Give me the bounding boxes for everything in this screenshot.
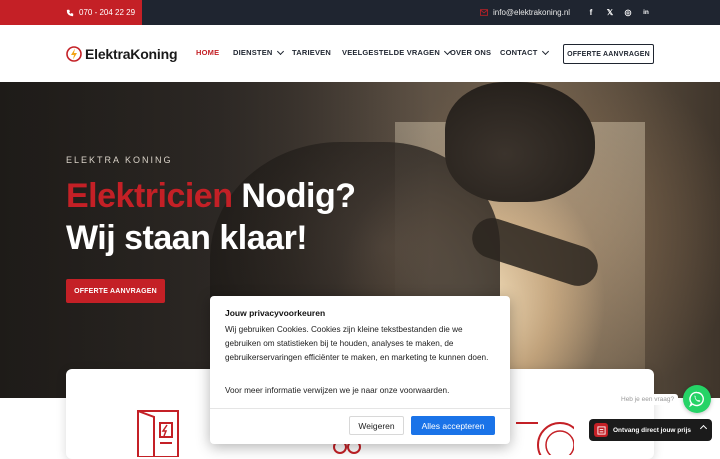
hero-title-line2: Wij staan klaar! (66, 219, 308, 257)
whatsapp-button[interactable] (683, 385, 711, 413)
cookie-consent-dialog: Jouw privacyvoorkeuren Wij gebruiken Coo… (210, 296, 510, 444)
email-address[interactable]: info@elektrakoning.nl (493, 8, 570, 17)
whatsapp-icon (689, 391, 704, 407)
instagram-icon[interactable]: ◎ (621, 0, 635, 25)
topbar-email[interactable]: info@elektrakoning.nl (480, 0, 570, 25)
nav-tarieven[interactable]: TARIEVEN (292, 48, 331, 57)
phone-number[interactable]: 070 - 204 22 29 (79, 8, 135, 17)
logo-text: ElektraKoning (85, 46, 178, 62)
chevron-down-icon (276, 47, 284, 55)
price-widget-label: Ontvang direct jouw prijs (613, 426, 692, 434)
nav-veelgestelde-vragen[interactable]: VEELGESTELDE VRAGEN (342, 47, 452, 57)
chevron-up-icon[interactable] (699, 424, 708, 433)
cookie-more-info[interactable]: Voor meer informatie verwijzen we je naa… (225, 386, 449, 395)
hero-quote-button[interactable]: OFFERTE AANVRAGEN (66, 279, 165, 303)
cookie-decline-button[interactable]: Weigeren (349, 416, 404, 435)
cookie-divider (210, 408, 510, 409)
header-quote-button[interactable]: OFFERTE AANVRAGEN (563, 44, 654, 64)
whatsapp-bubble[interactable]: Heb je een vraag? (617, 394, 679, 405)
hero-title-highlight: Elektricien (66, 177, 233, 215)
hero-title-rest: Nodig? (232, 177, 356, 215)
cookie-accept-all-button[interactable]: Alles accepteren (411, 416, 495, 435)
meter-icon (516, 422, 574, 455)
topbar-phone[interactable]: 070 - 204 22 29 (0, 0, 142, 25)
hero-overline: ELEKTRA KONING (66, 155, 173, 165)
top-bar: 070 - 204 22 29 info@elektrakoning.nl f … (0, 0, 720, 25)
mail-icon (480, 9, 488, 16)
hero-title: Elektricien Nodig? Wij staan klaar! (66, 175, 356, 259)
x-twitter-icon[interactable]: 𝕏 (603, 0, 617, 25)
price-calculator-icon (594, 423, 608, 437)
chevron-down-icon (541, 47, 549, 55)
logo[interactable]: ElektraKoning (66, 44, 178, 64)
lightning-logo-icon (66, 46, 82, 62)
nav-diensten[interactable]: DIENSTEN (233, 47, 284, 57)
linkedin-icon[interactable]: in (639, 0, 653, 25)
price-widget[interactable]: Ontvang direct jouw prijs (589, 419, 712, 441)
facebook-icon[interactable]: f (584, 0, 598, 25)
nav-home[interactable]: HOME (196, 48, 219, 57)
nav-over-ons[interactable]: OVER ONS (450, 48, 491, 57)
cookie-body: Wij gebruiken Cookies. Cookies zijn klei… (225, 325, 489, 362)
nav-contact[interactable]: CONTACT (500, 47, 549, 57)
cookie-title: Jouw privacyvoorkeuren (225, 308, 326, 318)
phone-icon (66, 9, 74, 16)
